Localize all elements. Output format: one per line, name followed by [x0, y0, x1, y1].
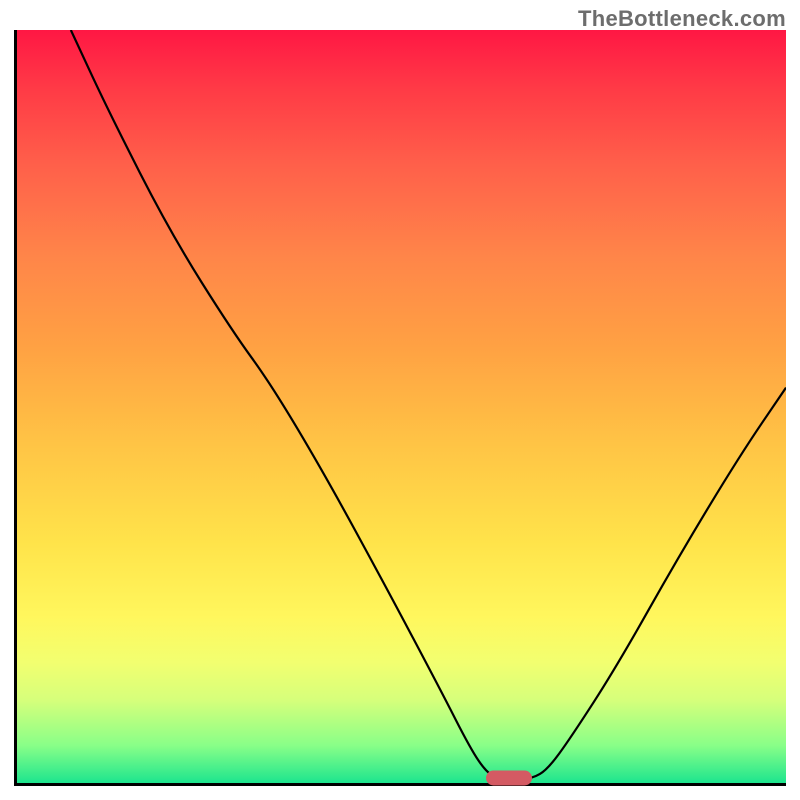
plot-area	[14, 30, 786, 786]
attribution-text: TheBottleneck.com	[578, 6, 786, 32]
chart-container: TheBottleneck.com	[0, 0, 800, 800]
curve-svg	[17, 30, 786, 783]
bottleneck-marker	[486, 771, 532, 786]
curve-path	[71, 30, 786, 778]
